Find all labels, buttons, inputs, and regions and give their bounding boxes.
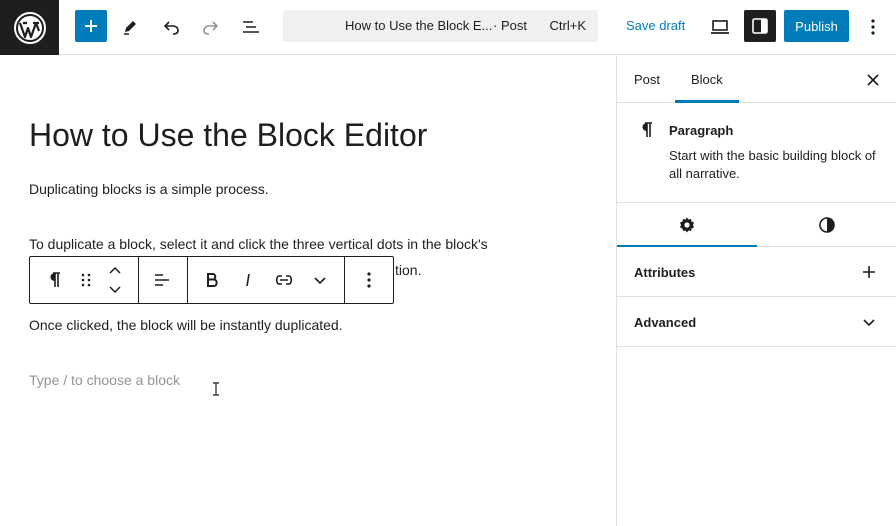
options-dots-icon	[367, 272, 371, 288]
pencil-icon	[124, 21, 136, 35]
block-placeholder[interactable]: Type / to choose a block	[29, 367, 180, 393]
sidebar-tabs: Post Block	[617, 56, 896, 103]
save-draft-button[interactable]: Save draft	[626, 18, 685, 33]
plus-icon	[863, 266, 875, 278]
advanced-toggle[interactable]	[859, 312, 879, 332]
link-button[interactable]	[268, 264, 300, 296]
sidebar-toggle-icon	[752, 18, 768, 34]
post-title[interactable]: How to Use the Block Editor	[29, 117, 427, 154]
tab-styles[interactable]	[757, 203, 896, 247]
command-palette-bar[interactable]: How to Use the Block E... · Post Ctrl+K	[283, 10, 598, 42]
chevron-down-icon	[863, 319, 875, 327]
advanced-panel[interactable]: Advanced	[617, 297, 896, 347]
paragraph-block[interactable]: To duplicate a block, select it and clic…	[29, 231, 488, 257]
list-view-icon	[243, 21, 259, 33]
paragraph-block[interactable]: Once clicked, the block will be instantl…	[29, 312, 343, 338]
settings-gear-icon	[680, 217, 694, 233]
toolbar-separator	[138, 257, 139, 303]
plus-icon	[85, 20, 97, 32]
toolbar-separator	[187, 257, 188, 303]
block-options-button[interactable]	[353, 264, 385, 296]
redo-icon	[203, 21, 219, 35]
redo-button[interactable]	[195, 11, 227, 43]
vertical-dots-icon	[871, 19, 875, 35]
add-block-button[interactable]	[75, 10, 107, 42]
bold-icon	[207, 273, 218, 287]
tab-settings[interactable]	[617, 203, 757, 247]
more-formatting-button[interactable]	[304, 264, 336, 296]
attributes-toggle[interactable]	[859, 262, 879, 282]
undo-icon	[163, 21, 179, 35]
tab-post[interactable]: Post	[634, 72, 660, 87]
publish-button[interactable]: Publish	[784, 10, 849, 42]
undo-button[interactable]	[155, 11, 187, 43]
move-up-down-buttons[interactable]	[99, 261, 131, 299]
block-inspector-tabs	[617, 203, 896, 247]
paragraph-icon	[50, 272, 60, 287]
block-toolbar	[29, 256, 394, 304]
attributes-panel[interactable]: Attributes	[617, 247, 896, 297]
text-cursor-icon	[213, 382, 219, 396]
styles-contrast-icon	[819, 217, 835, 233]
editor-canvas: How to Use the Block Editor Duplicating …	[0, 56, 616, 526]
post-type-label: · Post	[493, 18, 527, 33]
close-icon	[867, 74, 879, 86]
align-icon	[155, 274, 169, 286]
options-button[interactable]	[857, 11, 889, 43]
drag-handle-icon	[81, 273, 91, 287]
tab-block[interactable]: Block	[691, 72, 723, 87]
document-overview-button[interactable]	[235, 11, 267, 43]
paragraph-icon	[642, 122, 652, 137]
drag-handle[interactable]	[70, 264, 102, 296]
block-card: Paragraph Start with the basic building …	[617, 103, 896, 203]
italic-icon	[246, 273, 250, 287]
italic-button[interactable]	[232, 264, 264, 296]
preview-button[interactable]	[704, 11, 736, 43]
editor-header: How to Use the Block E... · Post Ctrl+K …	[0, 0, 896, 55]
link-icon	[275, 275, 293, 285]
paragraph-block[interactable]: Duplicating blocks is a simple process.	[29, 176, 269, 202]
toolbar-separator	[344, 257, 345, 303]
panel-title: Advanced	[634, 315, 697, 330]
move-up-down-icon	[109, 266, 121, 294]
paragraph-block-continuation[interactable]: tion.	[395, 257, 421, 283]
close-sidebar-button[interactable]	[863, 70, 883, 90]
chevron-down-icon	[314, 277, 326, 285]
laptop-icon	[711, 20, 729, 34]
wordpress-icon	[13, 11, 46, 44]
block-type-button[interactable]	[38, 264, 70, 296]
bold-button[interactable]	[196, 264, 228, 296]
panel-title: Attributes	[634, 265, 696, 280]
wordpress-logo[interactable]	[0, 0, 59, 55]
settings-toggle-button[interactable]	[744, 10, 776, 42]
document-title: How to Use the Block E...	[345, 18, 493, 33]
block-card-description: Start with the basic building block of a…	[669, 148, 876, 181]
tools-button[interactable]	[114, 11, 146, 43]
keyboard-shortcut: Ctrl+K	[549, 18, 586, 33]
align-button[interactable]	[146, 264, 178, 296]
block-card-title: Paragraph	[669, 123, 734, 138]
settings-sidebar: Post Block Paragraph Start with the basi…	[616, 56, 896, 526]
